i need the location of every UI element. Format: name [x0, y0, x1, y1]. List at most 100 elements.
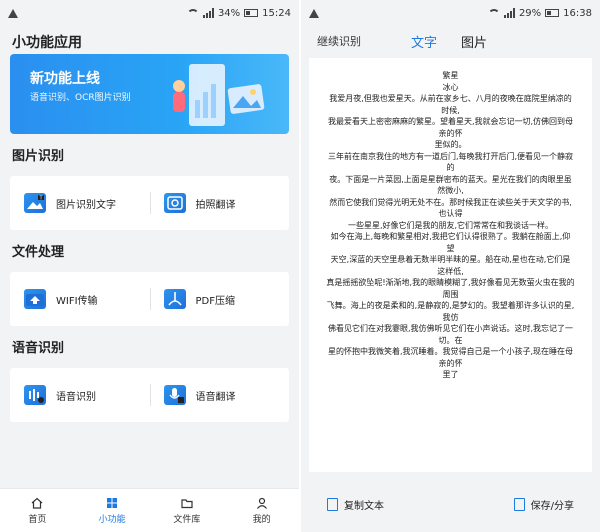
ocr-line: 我仿	[442, 312, 459, 322]
clock: 15:24	[262, 7, 291, 19]
tab-image[interactable]: 图片	[461, 32, 487, 51]
feature-card: WIFI传输 PDF压缩	[10, 272, 289, 326]
left-screen: 34% 15:24 小功能应用 新功能上线 语音识别、OCR图片识别 图片识别 …	[0, 0, 299, 532]
feature-label: 拍照翻译	[195, 199, 236, 211]
ocr-line: 我爱月夜,但我也爱星天。从前在家乡七、八月的夜晚在庭院里纳凉的	[329, 94, 572, 103]
feature-label: 图片识别文字	[56, 199, 116, 211]
tab-label: 我的	[252, 514, 271, 525]
ocr-line: 一些星星,好像它们是我的朋友,它们常常在和我谈话一样。	[347, 220, 554, 230]
battery-percent: 29%	[518, 7, 542, 19]
ocr-line: 飞舞。海上的夜是柔和的,是静寂的,是梦幻的。我望着那许多认识的星,	[326, 301, 575, 310]
wifi-icon	[186, 8, 199, 18]
section-title: 图片识别	[12, 149, 65, 164]
result-nav: 继续识别 文字 图片	[301, 26, 600, 56]
ocr-line: 天空,深蓝的天空里悬着无数半明半昧的星。船在动,星也在动,它们是	[330, 255, 571, 264]
ocr-line: 亲的怀	[438, 128, 463, 138]
banner-title: 新功能上线	[30, 71, 100, 87]
ocr-line: 三年前在南京我住的地方有一道后门,每晚我打开后门,便看见一个静寂	[327, 151, 574, 161]
feature-card: 语音识别 语音翻译	[10, 368, 289, 422]
wifi-transfer-icon	[24, 289, 46, 309]
ocr-line: 真是摇摇欲坠呢!渐渐地,我的眼睛模糊了,我好像看见无数萤火虫在我的	[326, 278, 575, 287]
status-bar: 29% 16:38	[301, 0, 600, 26]
action-bar: 复制文本 保存/分享	[301, 476, 600, 532]
ocr-result-text[interactable]: 繁星冰心我爱月夜,但我也爱星天。从前在家乡七、八月的夜晚在庭院里纳凉的 时候, 我最…	[309, 58, 592, 472]
tab-home[interactable]: 首页	[0, 489, 75, 532]
ocr-line: 然而它使我们觉得光明无处不在。那时候我正在读些关于天文学的书,	[329, 197, 572, 207]
tab-text[interactable]: 文字	[411, 32, 461, 51]
ocr-line: 望	[446, 243, 455, 253]
ocr-line: 里了	[442, 370, 459, 379]
wifi-transfer-button[interactable]: WIFI传输	[10, 272, 150, 326]
battery-percent: 34%	[217, 7, 241, 19]
bottom-tab-bar: 首页 小功能 文件库 我的	[0, 488, 299, 532]
voice-recognize-icon	[24, 385, 46, 405]
photo-translate-button[interactable]: 拍照翻译	[149, 176, 290, 230]
image-to-text-button[interactable]: T 图片识别文字	[10, 176, 150, 230]
tab-label: 小功能	[98, 514, 126, 525]
banner-illustration	[173, 64, 265, 126]
feature-label: 语音识别	[56, 391, 96, 403]
voice-recognize-button[interactable]: 语音识别	[10, 368, 150, 422]
tab-me[interactable]: 我的	[224, 489, 299, 532]
ocr-line: 夜。下面是一片菜园,上面是星群密布的蓝天。星光在我们的肉眼里虽	[329, 174, 572, 184]
ocr-line: 周围	[442, 289, 459, 299]
copy-text-button[interactable]: 复制文本	[327, 497, 384, 512]
ocr-line: 星的怀抱中我微笑着,我沉睡着。我觉得自己是一个小孩子,现在睡在母	[327, 347, 574, 356]
section-voice: 语音识别 语音识别 语音翻译	[0, 336, 299, 422]
signal-icon	[503, 8, 515, 18]
section-file: 文件处理 WIFI传输 PDF压缩	[0, 240, 299, 326]
section-image: 图片识别 T 图片识别文字 拍照翻译	[0, 144, 299, 230]
ocr-line: 亲的怀	[438, 358, 463, 368]
tab-label: 文件库	[173, 514, 201, 525]
voice-translate-icon	[163, 385, 186, 405]
warning-icon	[8, 8, 18, 18]
clock: 16:38	[563, 7, 592, 19]
ocr-line: 冰心	[442, 82, 459, 92]
feature-label: PDF压缩	[195, 295, 235, 307]
tab-files[interactable]: 文件库	[150, 489, 225, 532]
save-label: 保存/分享	[530, 500, 574, 512]
ocr-line: 佛看见它们在对我霎眼,我仿佛听见它们在小声说话。这时,我忘记了一	[327, 324, 574, 333]
ocr-line: 这样低,	[437, 266, 464, 276]
battery-icon	[244, 9, 259, 17]
ocr-line: 如今在海上,每晚和繁星相对,我把它们认得很熟了。我躺在舱面上,仰	[330, 232, 571, 241]
folder-icon	[181, 498, 193, 508]
wifi-icon	[487, 8, 500, 18]
copy-icon	[327, 497, 338, 511]
feature-label: 语音翻译	[195, 391, 236, 403]
pdf-compress-icon	[163, 289, 186, 309]
grid-icon	[107, 497, 118, 508]
ocr-line: 的	[446, 163, 455, 172]
camera-translate-icon	[163, 193, 186, 213]
ocr-line: 然微小,	[437, 186, 464, 195]
continue-recognize-button[interactable]: 继续识别	[317, 33, 411, 49]
page-title: 小功能应用	[12, 35, 82, 51]
promo-banner[interactable]: 新功能上线 语音识别、OCR图片识别	[10, 54, 289, 134]
ocr-line: 繁星	[442, 71, 459, 80]
tab-tools[interactable]: 小功能	[75, 489, 150, 532]
pdf-compress-button[interactable]: PDF压缩	[149, 272, 290, 326]
ocr-line: 时候,	[441, 105, 460, 115]
signal-icon	[202, 8, 214, 18]
feature-label: WIFI传输	[56, 295, 98, 307]
ocr-line: 切。在	[438, 335, 463, 345]
copy-label: 复制文本	[344, 500, 384, 512]
voice-translate-button[interactable]: 语音翻译	[149, 368, 290, 422]
ocr-line: 我最爱看天上密密麻麻的繁星。望着星天,我就会忘记一切,仿佛回到母	[327, 117, 574, 126]
ocr-line: 也认得	[438, 209, 463, 218]
ocr-line: 里似的。	[434, 140, 467, 149]
right-screen: 29% 16:38 继续识别 文字 图片 繁星冰心我爱月夜,但我也爱星天。从前在…	[301, 0, 600, 532]
warning-icon	[309, 8, 319, 18]
battery-icon	[545, 9, 560, 17]
feature-card: T 图片识别文字 拍照翻译	[10, 176, 289, 230]
section-title: 语音识别	[12, 341, 65, 356]
home-icon	[31, 497, 43, 509]
banner-subtitle: 语音识别、OCR图片识别	[30, 93, 131, 103]
user-icon	[256, 497, 267, 509]
status-bar: 34% 15:24	[0, 0, 299, 26]
share-icon	[513, 497, 525, 511]
section-title: 文件处理	[12, 245, 65, 260]
tab-label: 首页	[28, 514, 47, 525]
save-share-button[interactable]: 保存/分享	[513, 497, 574, 512]
image-text-icon: T	[24, 193, 46, 213]
